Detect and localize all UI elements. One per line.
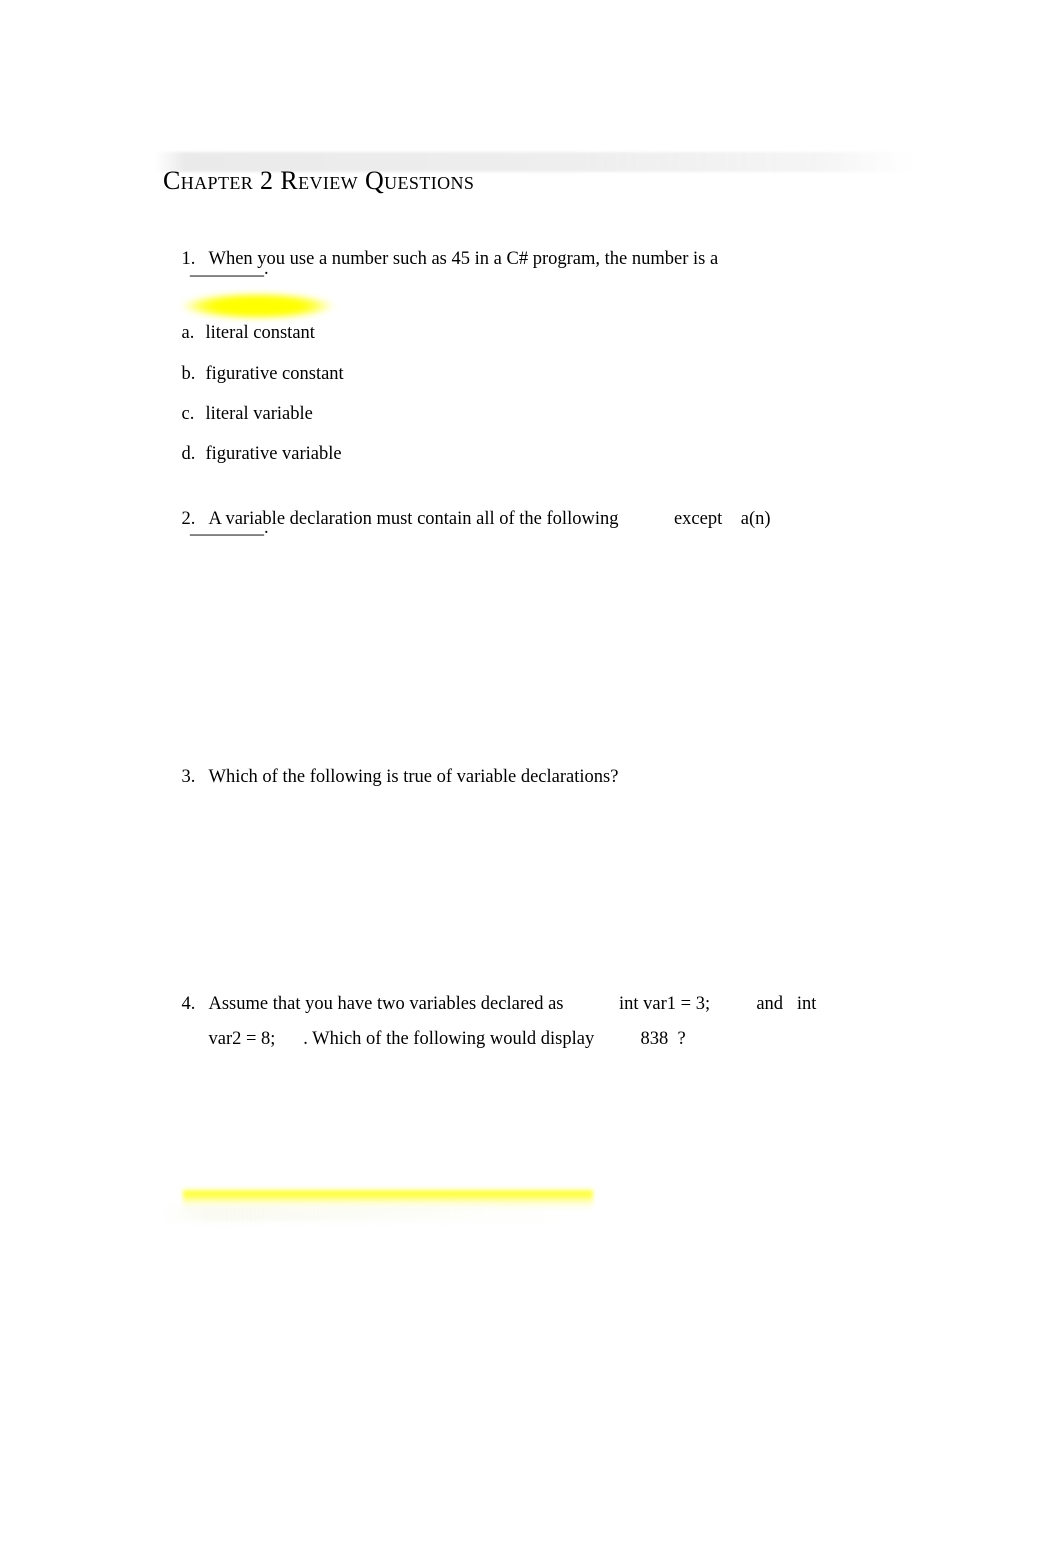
question-2-blank: ________.: [190, 518, 269, 538]
question-1-option-d[interactable]: d. figurative variable: [163, 417, 342, 492]
question-4-line2: var2 = 8; . Which of the following would…: [190, 1002, 686, 1077]
question-1-text: When you use a number such as 45 in a C#…: [208, 248, 719, 269]
bottom-highlight-band: [183, 1188, 593, 1210]
question-2-text: A variable declaration must contain all …: [208, 508, 771, 529]
question-3: 3. Which of the following is true of vari…: [163, 740, 619, 815]
question-1-blank: ________.: [190, 259, 269, 279]
question-3-text: Which of the following is true of variab…: [208, 766, 619, 787]
question-3-number: 3.: [181, 766, 196, 787]
option-a-label: literal constant: [205, 322, 315, 343]
question-4-text-line2: var2 = 8; . Which of the following would…: [208, 1028, 686, 1049]
option-d-letter: d.: [181, 443, 196, 464]
document-page: Chapter 2 Review Questions 1. When you us…: [0, 0, 1062, 1561]
page-title: Chapter 2 Review Questions: [163, 166, 475, 195]
bottom-highlight-fade: [160, 1206, 580, 1222]
option-d-label: figurative variable: [205, 443, 342, 464]
